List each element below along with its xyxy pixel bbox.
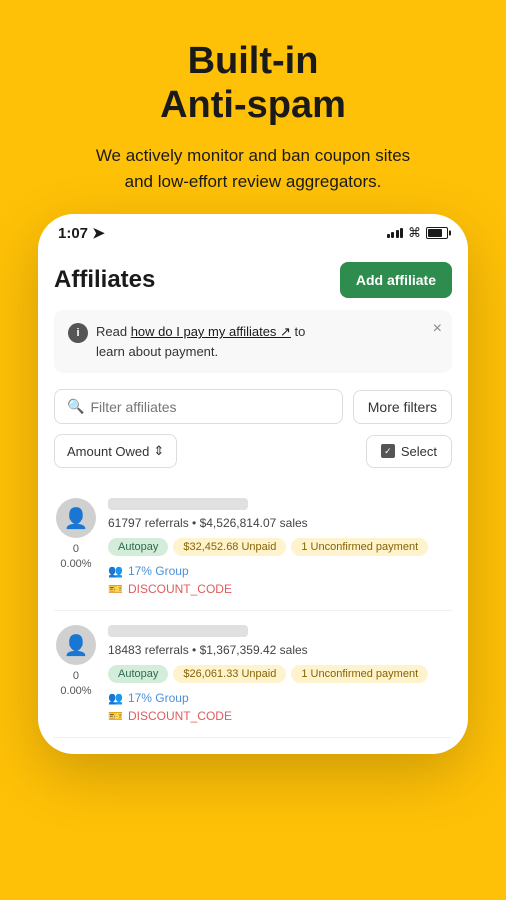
select-button[interactable]: ✓ Select: [366, 435, 452, 468]
person-icon: 👤: [64, 633, 89, 658]
discount-code: DISCOUNT_CODE: [128, 582, 232, 596]
how-to-pay-link[interactable]: how do I pay my affiliates ↗: [131, 324, 291, 339]
filter-row: 🔍 More filters: [54, 389, 452, 424]
group-meta: 👥 17% Group: [108, 691, 452, 705]
group-label: 17% Group: [128, 564, 189, 578]
avatar: 👤: [56, 498, 96, 538]
info-banner-text: Read how do I pay my affiliates ↗ tolear…: [96, 322, 305, 361]
status-icons: ⌘: [387, 225, 449, 241]
unconfirmed-tag: 1 Unconfirmed payment: [291, 538, 428, 556]
page-title: Affiliates: [54, 266, 155, 294]
autopay-tag: Autopay: [108, 538, 168, 556]
tags-row: Autopay $32,452.68 Unpaid 1 Unconfirmed …: [108, 538, 452, 556]
affiliate-left: 👤 00.00%: [54, 625, 98, 698]
phone-content: Affiliates Add affiliate i Read how do I…: [38, 248, 468, 754]
wifi-icon: ⌘: [408, 225, 421, 241]
unpaid-tag: $32,452.68 Unpaid: [173, 538, 286, 556]
info-icon: i: [68, 323, 88, 343]
affiliate-stats: 18483 referrals • $1,367,359.42 sales: [108, 643, 452, 657]
search-icon: 🔍: [67, 398, 84, 415]
affiliate-item[interactable]: 👤 00.00% 18483 referrals • $1,367,359.42…: [54, 611, 452, 738]
ticket-icon: 🎫: [108, 582, 123, 596]
status-time: 1:07 ➤: [58, 224, 105, 242]
chevron-down-icon: ⇕: [153, 443, 164, 459]
affiliate-right: 61797 referrals • $4,526,814.07 sales Au…: [108, 498, 452, 596]
discount-meta: 🎫 DISCOUNT_CODE: [108, 582, 452, 596]
discount-code: DISCOUNT_CODE: [128, 709, 232, 723]
sort-row: Amount Owed ⇕ ✓ Select: [54, 434, 452, 468]
hero-title: Built-inAnti-spam: [96, 40, 410, 127]
sort-dropdown[interactable]: Amount Owed ⇕: [54, 434, 177, 468]
ticket-icon: 🎫: [108, 709, 123, 723]
affiliate-item[interactable]: 👤 00.00% 61797 referrals • $4,526,814.07…: [54, 484, 452, 611]
more-filters-button[interactable]: More filters: [353, 390, 452, 424]
affiliate-left: 👤 00.00%: [54, 498, 98, 571]
autopay-tag: Autopay: [108, 665, 168, 683]
affiliate-count: 00.00%: [60, 542, 91, 571]
discount-meta: 🎫 DISCOUNT_CODE: [108, 709, 452, 723]
search-box: 🔍: [54, 389, 343, 424]
group-label: 17% Group: [128, 691, 189, 705]
close-banner-button[interactable]: ×: [433, 320, 442, 338]
info-banner: i Read how do I pay my affiliates ↗ tole…: [54, 310, 452, 373]
checkmark-icon: ✓: [384, 447, 392, 456]
group-icon: 👥: [108, 564, 123, 578]
tags-row: Autopay $26,061.33 Unpaid 1 Unconfirmed …: [108, 665, 452, 683]
affiliate-name-blur: [108, 498, 248, 510]
affiliate-right: 18483 referrals • $1,367,359.42 sales Au…: [108, 625, 452, 723]
avatar: 👤: [56, 625, 96, 665]
person-icon: 👤: [64, 506, 89, 531]
select-label: Select: [401, 444, 437, 459]
meta-row: 👥 17% Group 🎫 DISCOUNT_CODE: [108, 564, 452, 596]
affiliate-stats: 61797 referrals • $4,526,814.07 sales: [108, 516, 452, 530]
phone-frame: 1:07 ➤ ⌘ Affiliates Add affiliate i Read…: [38, 214, 468, 754]
group-meta: 👥 17% Group: [108, 564, 452, 578]
signal-icon: [387, 228, 404, 238]
affiliates-header: Affiliates Add affiliate: [54, 248, 452, 310]
affiliate-name-blur: [108, 625, 248, 637]
affiliate-count: 00.00%: [60, 669, 91, 698]
unconfirmed-tag: 1 Unconfirmed payment: [291, 665, 428, 683]
battery-icon: [426, 227, 448, 239]
search-input[interactable]: [90, 399, 329, 415]
unpaid-tag: $26,061.33 Unpaid: [173, 665, 286, 683]
hero-subtitle: We actively monitor and ban coupon sites…: [96, 143, 410, 194]
checkbox-icon: ✓: [381, 444, 395, 458]
add-affiliate-button[interactable]: Add affiliate: [340, 262, 452, 298]
affiliate-list: 👤 00.00% 61797 referrals • $4,526,814.07…: [54, 484, 452, 738]
hero-section: Built-inAnti-spam We actively monitor an…: [66, 0, 440, 214]
meta-row: 👥 17% Group 🎫 DISCOUNT_CODE: [108, 691, 452, 723]
sort-label: Amount Owed: [67, 444, 149, 459]
status-bar: 1:07 ➤ ⌘: [38, 214, 468, 248]
group-icon: 👥: [108, 691, 123, 705]
